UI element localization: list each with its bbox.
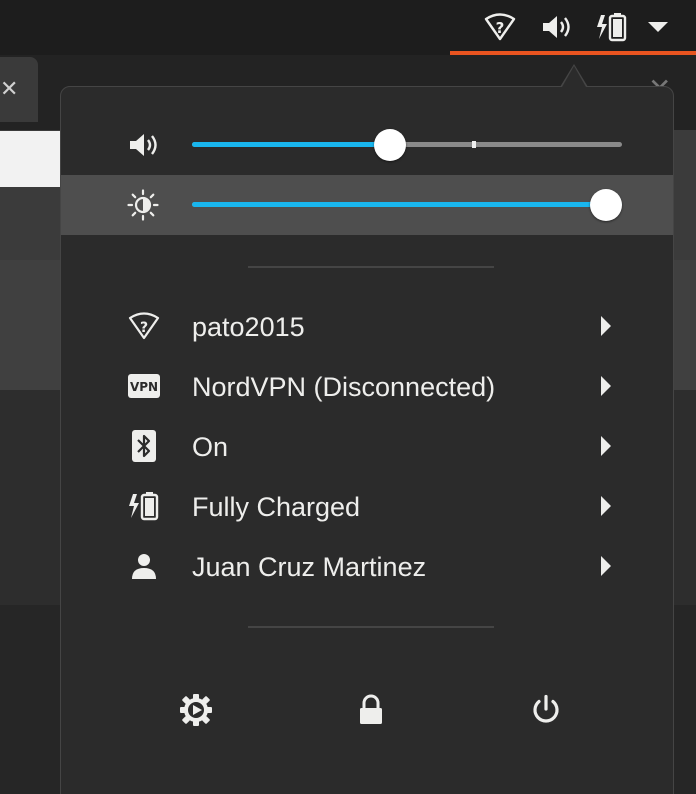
- volume-icon: [127, 130, 159, 160]
- power-icon: [530, 694, 562, 731]
- battery-charging-icon[interactable]: [594, 10, 630, 44]
- menu-item-wifi[interactable]: ? pato2015: [61, 297, 673, 357]
- brightness-slider-fill: [192, 202, 622, 207]
- separator: [248, 626, 494, 628]
- chevron-right-icon: [601, 376, 611, 396]
- volume-slider-handle[interactable]: [373, 129, 406, 161]
- background-tab-close-icon: ✕: [0, 76, 19, 101]
- menu-item-vpn[interactable]: VPN NordVPN (Disconnected): [61, 357, 673, 417]
- volume-icon[interactable]: [538, 10, 574, 44]
- chevron-right-icon: [601, 556, 611, 576]
- volume-slider[interactable]: [192, 129, 622, 161]
- volume-slider-fill: [192, 142, 390, 147]
- menu-item-user[interactable]: Juan Cruz Martinez: [61, 537, 673, 597]
- bluetooth-icon: [127, 429, 161, 463]
- menu-item-label: On: [192, 432, 229, 462]
- volume-slider-row: [61, 115, 673, 175]
- lock-icon: [358, 694, 384, 731]
- menu-item-label: Juan Cruz Martinez: [192, 552, 427, 582]
- brightness-slider[interactable]: [192, 189, 622, 221]
- settings-icon: [179, 693, 213, 732]
- menu-item-bluetooth[interactable]: On: [61, 417, 673, 477]
- chevron-right-icon: [601, 496, 611, 516]
- settings-button[interactable]: [174, 690, 218, 734]
- brightness-icon: [127, 189, 159, 221]
- menu-item-label: pato2015: [192, 312, 305, 342]
- brightness-slider-handle[interactable]: [590, 189, 622, 221]
- wifi-question-icon: ?: [127, 309, 161, 343]
- vpn-icon: VPN: [127, 369, 161, 403]
- chevron-right-icon: [601, 436, 611, 456]
- menu-item-label: Fully Charged: [192, 492, 361, 522]
- wifi-question-icon[interactable]: ?: [482, 10, 518, 44]
- menu-item-battery[interactable]: Fully Charged: [61, 477, 673, 537]
- top-bar: ?: [0, 0, 696, 55]
- lock-button[interactable]: [349, 690, 393, 734]
- chevron-right-icon: [601, 316, 611, 336]
- separator: [248, 266, 494, 268]
- menu-item-label: NordVPN (Disconnected): [192, 372, 496, 402]
- power-button[interactable]: [524, 690, 568, 734]
- svg-text:?: ?: [140, 320, 148, 336]
- svg-text:?: ?: [496, 19, 505, 37]
- user-icon: [127, 549, 161, 583]
- volume-overamplification-mark: [471, 141, 476, 148]
- brightness-slider-row: [61, 175, 673, 235]
- active-indicator: [450, 51, 696, 55]
- svg-text:VPN: VPN: [130, 380, 158, 394]
- menu-dropdown-icon[interactable]: [640, 10, 676, 44]
- battery-charging-icon: [127, 489, 161, 523]
